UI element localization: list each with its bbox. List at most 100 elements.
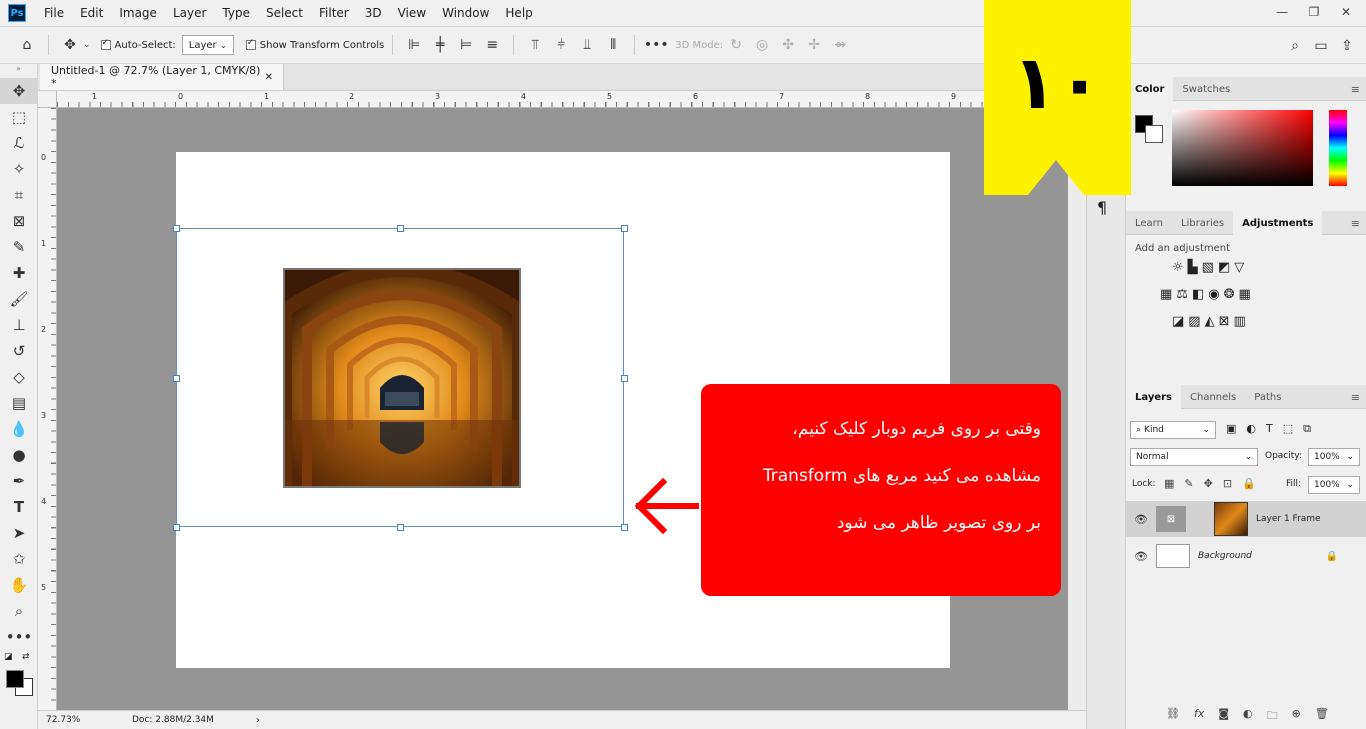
layer-name[interactable]: Layer 1 Frame (1256, 514, 1321, 524)
black-white-icon[interactable]: ◧ (1192, 287, 1204, 302)
3d-roll-icon[interactable]: ◎ (749, 32, 775, 58)
show-transform-checkbox[interactable] (245, 38, 256, 50)
zoom-tool-icon[interactable]: ⌕ (0, 598, 38, 624)
crop-tool-icon[interactable]: ⌗ (0, 182, 38, 208)
fill-field[interactable]: 100% ⌄ (1308, 476, 1360, 494)
arched-corridor-photo[interactable] (283, 268, 521, 488)
menu-edit[interactable]: Edit (72, 6, 111, 20)
healing-brush-tool-icon[interactable]: ✚ (0, 260, 38, 286)
3d-rotate-icon[interactable]: ↻ (723, 32, 749, 58)
transform-handle[interactable] (397, 524, 404, 531)
menu-view[interactable]: View (390, 6, 434, 20)
photo-filter-icon[interactable]: ◉ (1208, 287, 1219, 302)
delete-layer-icon[interactable]: 🗑 (1315, 707, 1329, 726)
hue-slider[interactable] (1329, 110, 1347, 186)
tab-learn[interactable]: Learn (1126, 211, 1172, 235)
transform-handle[interactable] (173, 375, 180, 382)
lock-all-icon[interactable]: 🔒 (1242, 477, 1256, 490)
3d-pan-icon[interactable]: ✣ (775, 32, 801, 58)
eyedropper-tool-icon[interactable]: ✎ (0, 234, 38, 260)
layer-name[interactable]: Background (1198, 551, 1252, 561)
exposure-icon[interactable]: ◩ (1218, 260, 1230, 275)
magic-wand-tool-icon[interactable]: ✧ (0, 156, 38, 182)
vibrance-icon[interactable]: ▽ (1234, 260, 1244, 275)
layer-row[interactable]: 👁 Background 🔒 (1126, 538, 1366, 574)
shape-filter-icon[interactable]: ⬚ (1283, 422, 1293, 436)
lock-paint-icon[interactable]: ✎ (1184, 477, 1193, 490)
path-selection-tool-icon[interactable]: ➤ (0, 520, 38, 546)
default-colors-icon[interactable]: ◪ (4, 652, 13, 662)
collapse-icon[interactable]: » (0, 64, 37, 78)
clone-stamp-tool-icon[interactable]: ⊥ (0, 312, 38, 338)
chevron-right-icon[interactable]: › (256, 715, 260, 726)
color-lookup-icon[interactable]: ▦ (1239, 287, 1251, 302)
marquee-tool-icon[interactable]: ⬚ (0, 104, 38, 130)
lock-transparent-icon[interactable]: ▦ (1164, 477, 1174, 490)
adjustment-filter-icon[interactable]: ◐ (1246, 422, 1256, 436)
type-tool-icon[interactable]: T (0, 494, 38, 520)
brightness-contrast-icon[interactable]: ☼ (1172, 260, 1184, 275)
3d-slide-icon[interactable]: ✢ (801, 32, 827, 58)
distribute-icon[interactable]: ≡ (479, 32, 505, 58)
frame-tool-icon[interactable]: ⊠ (0, 208, 38, 234)
swap-colors-icon[interactable]: ⇄ (22, 652, 30, 662)
share-icon[interactable]: ⇪ (1334, 33, 1360, 59)
menu-file[interactable]: File (36, 6, 72, 20)
color-balance-icon[interactable]: ⚖ (1176, 287, 1188, 302)
minimize-icon[interactable]: — (1268, 2, 1296, 22)
menu-help[interactable]: Help (497, 6, 540, 20)
document-tab[interactable]: Untitled-1 @ 72.7% (Layer 1, CMYK/8) * ✕ (40, 64, 284, 90)
opacity-field[interactable]: 100% ⌄ (1308, 448, 1360, 466)
paragraph-icon[interactable]: ¶ (1097, 198, 1107, 217)
transform-handle[interactable] (173, 225, 180, 232)
new-layer-icon[interactable]: ⊕ (1292, 707, 1301, 726)
align-center-icon[interactable]: ╪ (427, 32, 453, 58)
color-field[interactable] (1172, 110, 1313, 186)
blend-mode-dropdown[interactable]: Normal ⌄ (1130, 448, 1258, 466)
selective-color-icon[interactable]: ⊠ (1219, 314, 1230, 329)
visibility-eye-icon[interactable]: 👁 (1126, 550, 1156, 563)
smart-object-filter-icon[interactable]: ⧉ (1303, 422, 1311, 436)
home-icon[interactable]: ⌂ (14, 32, 40, 58)
type-filter-icon[interactable]: T (1266, 422, 1273, 436)
transform-handle[interactable] (621, 524, 628, 531)
history-brush-tool-icon[interactable]: ↺ (0, 338, 38, 364)
transform-handle[interactable] (173, 524, 180, 531)
menu-layer[interactable]: Layer (165, 6, 214, 20)
lock-artboard-icon[interactable]: ⊡ (1223, 477, 1232, 490)
more-options-icon[interactable]: ••• (643, 32, 669, 58)
transform-handle[interactable] (397, 225, 404, 232)
brush-tool-icon[interactable]: 🖌 (0, 286, 38, 312)
curves-icon[interactable]: ▧ (1202, 260, 1214, 275)
hand-tool-icon[interactable]: ✋ (0, 572, 38, 598)
move-tool-icon[interactable]: ✥ (57, 32, 83, 58)
invert-icon[interactable]: ◪ (1172, 314, 1184, 329)
menu-type[interactable]: Type (214, 6, 258, 20)
align-right-icon[interactable]: ⊨ (453, 32, 479, 58)
ruler-origin[interactable] (38, 91, 57, 108)
tab-swatches[interactable]: Swatches (1173, 77, 1239, 101)
dodge-tool-icon[interactable]: ● (0, 442, 38, 468)
panel-menu-icon[interactable]: ≡ (1351, 391, 1360, 404)
zoom-level[interactable]: 72.73% (38, 715, 98, 725)
move-tool-icon[interactable]: ✥ (0, 78, 38, 104)
menu-window[interactable]: Window (434, 6, 497, 20)
threshold-icon[interactable]: ◭ (1205, 314, 1215, 329)
fx-icon[interactable]: fx (1194, 707, 1204, 726)
layer-row[interactable]: 👁 ⊠ Layer 1 Frame (1126, 501, 1366, 537)
search-icon[interactable]: ⌕ (1282, 33, 1308, 59)
close-icon[interactable]: ✕ (1332, 2, 1360, 22)
channel-mixer-icon[interactable]: ❂ (1224, 287, 1235, 302)
align-left-icon[interactable]: ⊫ (401, 32, 427, 58)
levels-icon[interactable]: ▙ (1188, 260, 1198, 275)
transform-handle[interactable] (621, 225, 628, 232)
pixel-filter-icon[interactable]: ▣ (1226, 422, 1236, 436)
3d-scale-icon[interactable]: ⇴ (827, 32, 853, 58)
eraser-tool-icon[interactable]: ◇ (0, 364, 38, 390)
auto-select-target-dropdown[interactable]: Layer ⌄ (181, 35, 234, 55)
edit-toolbar-icon[interactable]: ••• (0, 624, 38, 650)
foreground-color-swatch[interactable] (6, 670, 24, 688)
hue-saturation-icon[interactable]: ▦ (1160, 287, 1172, 302)
auto-select-checkbox[interactable] (100, 38, 111, 50)
tab-paths[interactable]: Paths (1245, 385, 1290, 409)
